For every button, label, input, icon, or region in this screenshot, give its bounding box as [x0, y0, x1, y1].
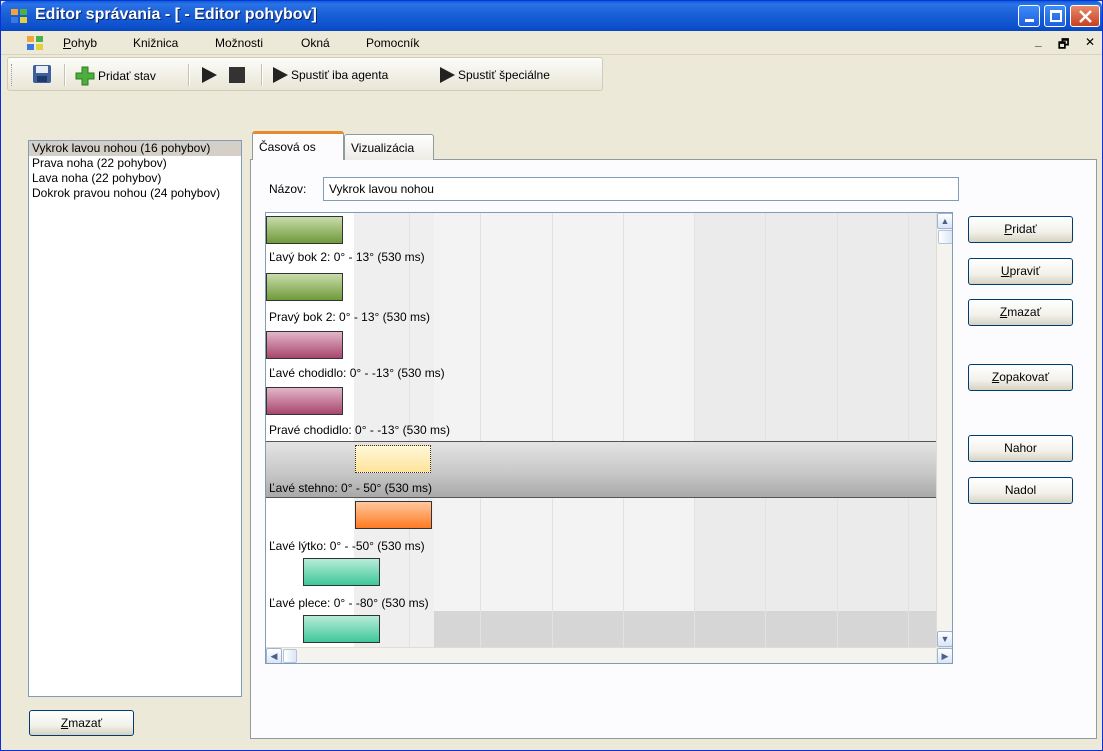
- keyframe-bar[interactable]: [266, 331, 343, 359]
- keyframe-bar[interactable]: [355, 445, 431, 473]
- horizontal-scroll-thumb[interactable]: [283, 649, 297, 663]
- scroll-left-button[interactable]: ◀: [266, 648, 282, 663]
- timeline[interactable]: Ľavý bok 2: 0° - 13° (530 ms) Pravý bok …: [265, 212, 953, 664]
- play-icon: [202, 67, 217, 83]
- delete-button[interactable]: Zmazať: [968, 299, 1073, 326]
- vertical-scrollbar[interactable]: ▲ ▼: [936, 213, 952, 647]
- plus-icon: [75, 66, 95, 86]
- keyframe-bar[interactable]: [266, 273, 343, 301]
- move-up-button[interactable]: Nahor: [968, 435, 1073, 462]
- app-icon: [11, 9, 27, 23]
- toolbar-separator: [64, 64, 65, 86]
- timeline-canvas[interactable]: Ľavý bok 2: 0° - 13° (530 ms) Pravý bok …: [266, 213, 936, 647]
- stop-icon: [229, 67, 245, 83]
- scroll-down-button[interactable]: ▼: [937, 631, 952, 647]
- track-label: Pravý bok 2: 0° - 13° (530 ms): [269, 310, 430, 324]
- tab-timeline[interactable]: Časová os: [252, 131, 344, 160]
- motion-list-item[interactable]: Lava noha (22 pohybov): [29, 171, 241, 186]
- track-label: Ľavé lýtko: 0° - -50° (530 ms): [269, 539, 425, 553]
- keyframe-bar[interactable]: [303, 615, 380, 643]
- timeline-track[interactable]: Pravý bok 2: 0° - 13° (530 ms): [266, 270, 936, 327]
- name-label: Názov:: [269, 182, 307, 196]
- menu-kniznica[interactable]: Knižnica: [133, 36, 178, 50]
- track-label: Ľavé chodidlo: 0° - -13° (530 ms): [269, 366, 445, 380]
- maximize-button[interactable]: [1044, 5, 1066, 27]
- keyframe-bar[interactable]: [266, 387, 343, 415]
- toolbar-separator: [261, 64, 262, 86]
- timeline-track[interactable]: Ľavé plece: 0° - -80° (530 ms): [266, 556, 936, 613]
- menu-pohyb[interactable]: Pohyb: [63, 36, 97, 50]
- track-label: Ľavé plece: 0° - -80° (530 ms): [269, 596, 429, 610]
- vertical-scroll-thumb[interactable]: [938, 230, 952, 244]
- horizontal-scrollbar[interactable]: ◀: [266, 647, 936, 663]
- track-label: Pravé chodidlo: 0° - -13° (530 ms): [269, 423, 451, 437]
- menu-pomocnik[interactable]: Pomocník: [366, 36, 419, 50]
- tab-visualization[interactable]: Vizualizácia: [344, 134, 434, 160]
- close-button[interactable]: [1070, 5, 1100, 27]
- stop-button[interactable]: [228, 66, 246, 84]
- timeline-track[interactable]: Pravé chodidlo: 0° - -13° (530 ms): [266, 385, 936, 442]
- window-title: Editor správania - [ - Editor pohybov]: [35, 6, 317, 23]
- minimize-button[interactable]: [1018, 5, 1040, 27]
- play-icon: [440, 67, 455, 83]
- play-button[interactable]: [200, 66, 218, 84]
- toolbar-separator: [188, 64, 189, 86]
- mdi-restore-button[interactable]: 🗗: [1058, 35, 1069, 56]
- keyframe-bar[interactable]: [303, 558, 380, 586]
- add-state-button[interactable]: Pridať stav: [75, 66, 156, 86]
- play-icon: [273, 67, 288, 83]
- title-bar[interactable]: Editor správania - [ - Editor pohybov]: [1, 1, 1102, 31]
- menu-okna[interactable]: Okná: [301, 36, 330, 50]
- motion-list-item[interactable]: Dokrok pravou nohou (24 pohybov): [29, 186, 241, 201]
- keyframe-bar[interactable]: [266, 216, 343, 244]
- timeline-track[interactable]: Ľavé chodidlo: 0° - -13° (530 ms): [266, 328, 936, 385]
- save-icon: [33, 65, 51, 83]
- timeline-track[interactable]: [266, 613, 936, 647]
- app-window: Editor správania - [ - Editor pohybov] P…: [0, 0, 1103, 751]
- mdi-close-button[interactable]: ✕: [1085, 35, 1095, 49]
- toolbar-grip[interactable]: [11, 64, 14, 86]
- keyframe-bar[interactable]: [355, 501, 432, 529]
- name-field[interactable]: [323, 177, 959, 201]
- close-icon: [1079, 10, 1092, 23]
- edit-button[interactable]: Upraviť: [968, 258, 1073, 285]
- move-down-button[interactable]: Nadol: [968, 477, 1073, 504]
- add-button[interactable]: Pridať: [968, 216, 1073, 243]
- run-agent-only-button[interactable]: Spustiť iba agenta: [271, 66, 388, 84]
- menu-moznosti[interactable]: Možnosti: [215, 36, 263, 50]
- delete-motion-button[interactable]: Zmazať: [29, 710, 134, 736]
- timeline-track[interactable]: Ľavé lýtko: 0° - -50° (530 ms): [266, 499, 936, 556]
- menu-bar: Pohyb Knižnica Možnosti Okná Pomocník _ …: [1, 31, 1102, 55]
- scroll-up-button[interactable]: ▲: [937, 213, 952, 229]
- scroll-right-button[interactable]: ▶: [937, 648, 952, 663]
- minimize-icon: [1025, 19, 1034, 22]
- mdi-minimize-button[interactable]: _: [1035, 34, 1042, 48]
- track-label: Ľavý bok 2: 0° - 13° (530 ms): [269, 250, 425, 264]
- save-button[interactable]: [32, 64, 52, 84]
- mdi-child-icon[interactable]: [27, 36, 43, 53]
- repeat-button[interactable]: Zopakovať: [968, 364, 1073, 391]
- motion-list-item[interactable]: Prava noha (22 pohybov): [29, 156, 241, 171]
- timeline-track[interactable]: Ľavý bok 2: 0° - 13° (530 ms): [266, 213, 936, 270]
- timeline-track-selected[interactable]: Ľavé stehno: 0° - 50° (530 ms): [266, 441, 936, 498]
- track-label: Ľavé stehno: 0° - 50° (530 ms): [269, 481, 433, 495]
- maximize-icon: [1050, 10, 1062, 22]
- motion-list[interactable]: Vykrok lavou nohou (16 pohybov) Prava no…: [28, 140, 242, 697]
- toolbar: Pridať stav Spustiť iba agenta Spustiť š…: [7, 57, 603, 91]
- motion-list-item[interactable]: Vykrok lavou nohou (16 pohybov): [29, 141, 241, 156]
- run-special-button[interactable]: Spustiť špeciálne: [438, 66, 550, 84]
